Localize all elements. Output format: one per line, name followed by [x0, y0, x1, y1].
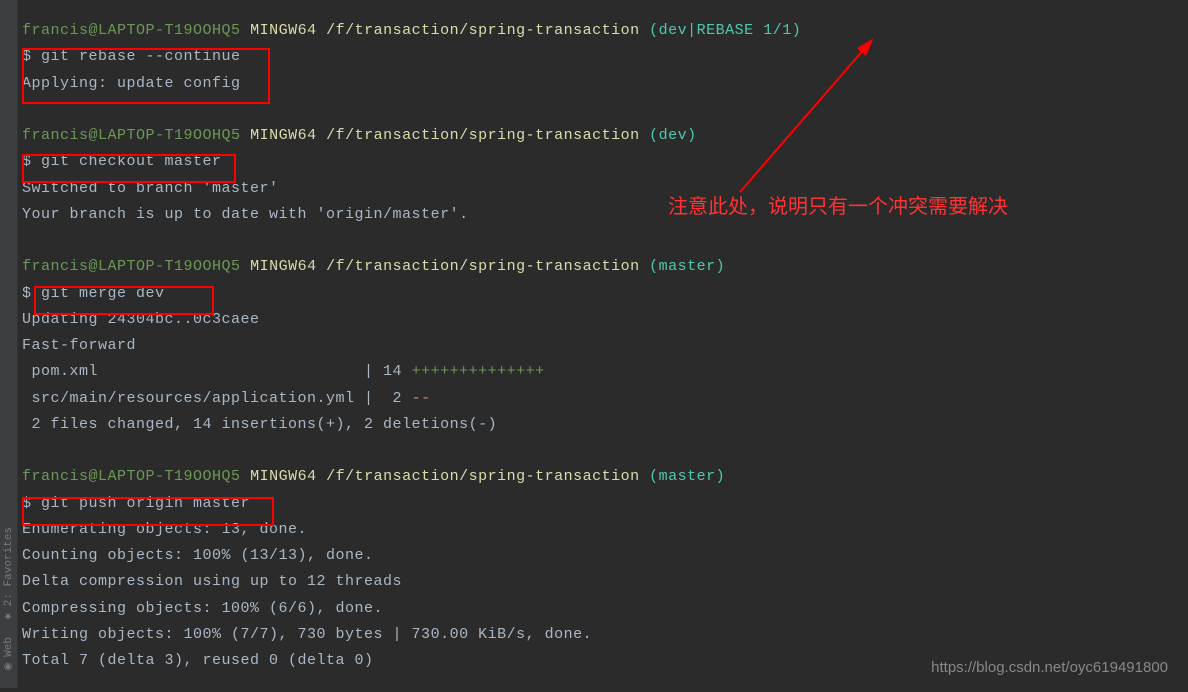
- output-updating: Updating 24304bc..0c3caee: [22, 307, 1166, 333]
- prompt-branch: (dev): [649, 127, 697, 144]
- prompt-env: MINGW64: [250, 468, 317, 485]
- prompt-env: MINGW64: [250, 127, 317, 144]
- prompt-user: francis@LAPTOP-T19OOHQ5: [22, 127, 241, 144]
- prompt-path: /f/transaction/spring-transaction: [326, 22, 640, 39]
- prompt-path: /f/transaction/spring-transaction: [326, 468, 640, 485]
- command-merge: $ git merge dev: [22, 281, 1166, 307]
- appyml-text: src/main/resources/application.yml | 2: [22, 390, 412, 407]
- prompt-env: MINGW64: [250, 258, 317, 275]
- prompt-user: francis@LAPTOP-T19OOHQ5: [22, 258, 241, 275]
- prompt-line-4: francis@LAPTOP-T19OOHQ5 MINGW64 /f/trans…: [22, 464, 1166, 490]
- annotation-text: 注意此处，说明只有一个冲突需要解决: [668, 190, 1008, 219]
- prompt-branch: (master): [649, 468, 725, 485]
- output-applying: Applying: update config: [22, 71, 1166, 97]
- prompt-env: MINGW64: [250, 22, 317, 39]
- output-delta: Delta compression using up to 12 threads: [22, 569, 1166, 595]
- prompt-line-2: francis@LAPTOP-T19OOHQ5 MINGW64 /f/trans…: [22, 123, 1166, 149]
- pom-plus: ++++++++++++++: [412, 363, 545, 380]
- output-writing: Writing objects: 100% (7/7), 730 bytes |…: [22, 622, 1166, 648]
- prompt-branch: (dev|REBASE 1/1): [649, 22, 801, 39]
- blank-line: [22, 97, 1166, 123]
- prompt-path: /f/transaction/spring-transaction: [326, 258, 640, 275]
- watermark: https://blog.csdn.net/oyc619491800: [931, 659, 1168, 676]
- output-changed: 2 files changed, 14 insertions(+), 2 del…: [22, 412, 1166, 438]
- command-push: $ git push origin master: [22, 491, 1166, 517]
- output-enum: Enumerating objects: 13, done.: [22, 517, 1166, 543]
- output-counting: Counting objects: 100% (13/13), done.: [22, 543, 1166, 569]
- blank-line: [22, 228, 1166, 254]
- prompt-path: /f/transaction/spring-transaction: [326, 127, 640, 144]
- terminal-output[interactable]: francis@LAPTOP-T19OOHQ5 MINGW64 /f/trans…: [0, 0, 1188, 692]
- command-checkout: $ git checkout master: [22, 149, 1166, 175]
- blank-line: [22, 438, 1166, 464]
- output-appyml: src/main/resources/application.yml | 2 -…: [22, 386, 1166, 412]
- command-rebase: $ git rebase --continue: [22, 44, 1166, 70]
- pom-text: pom.xml | 14: [22, 363, 412, 380]
- output-fastforward: Fast-forward: [22, 333, 1166, 359]
- prompt-user: francis@LAPTOP-T19OOHQ5: [22, 22, 241, 39]
- prompt-branch: (master): [649, 258, 725, 275]
- prompt-line-3: francis@LAPTOP-T19OOHQ5 MINGW64 /f/trans…: [22, 254, 1166, 280]
- appyml-minus: --: [412, 390, 431, 407]
- prompt-line-1: francis@LAPTOP-T19OOHQ5 MINGW64 /f/trans…: [22, 18, 1166, 44]
- output-pom: pom.xml | 14 ++++++++++++++: [22, 359, 1166, 385]
- output-compress: Compressing objects: 100% (6/6), done.: [22, 596, 1166, 622]
- prompt-user: francis@LAPTOP-T19OOHQ5: [22, 468, 241, 485]
